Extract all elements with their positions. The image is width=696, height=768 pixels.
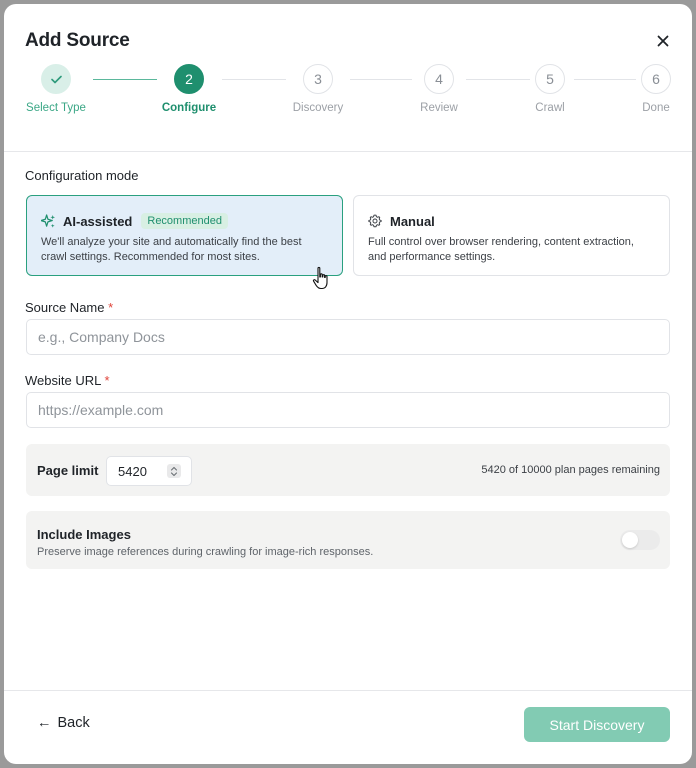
step-circle: 4 [424, 64, 454, 94]
step-label: Crawl [535, 102, 565, 114]
step-label: Configure [161, 102, 217, 114]
step-circle: 2 [174, 64, 204, 94]
step-select-type: Select Type [11, 64, 101, 114]
page-limit-value: 5420 [118, 463, 147, 479]
step-circle: 3 [303, 64, 333, 94]
progress-stepper: Select Type 2 Configure 3 Discovery 4 Re… [4, 64, 692, 124]
page-limit-label: Page limit [37, 463, 99, 478]
include-images-panel: Include Images Preserve image references… [26, 511, 670, 569]
arrow-left-icon: ← [37, 715, 52, 731]
page-limit-input[interactable]: 5420 [106, 456, 192, 486]
mode-card-manual[interactable]: Manual Full control over browser renderi… [353, 195, 670, 276]
close-icon [657, 35, 669, 47]
config-mode-label: Configuration mode [25, 168, 139, 183]
website-url-label-text: Website URL [25, 373, 101, 388]
step-configure: 2 Configure [144, 64, 234, 114]
include-images-description: Preserve image references during crawlin… [37, 546, 374, 558]
back-button-label: Back [57, 715, 90, 731]
toggle-knob [622, 532, 638, 548]
hand-pointer-cursor-icon [312, 266, 328, 290]
mode-description: Full control over browser rendering, con… [368, 236, 634, 263]
source-name-label: Source Name * [25, 300, 113, 315]
step-discovery: 3 Discovery [273, 64, 363, 114]
include-images-toggle[interactable] [620, 530, 660, 550]
step-review: 4 Review [394, 64, 484, 114]
required-marker: * [104, 373, 110, 388]
dialog-title: Add Source [25, 30, 130, 51]
back-button[interactable]: ← Back [37, 715, 90, 731]
mode-title: Manual [390, 213, 435, 229]
header-divider [4, 151, 692, 152]
stepper-arrows-icon[interactable] [167, 464, 181, 478]
add-source-dialog: Add Source Select Type 2 Configure 3 Dis… [4, 4, 692, 764]
step-circle [41, 64, 71, 94]
pages-remaining-text: 5420 of 10000 plan pages remaining [481, 464, 660, 476]
check-icon [50, 75, 62, 83]
step-label: Discovery [292, 102, 344, 114]
step-circle: 6 [641, 64, 671, 94]
page-limit-panel: Page limit 5420 5420 of 10000 plan pages… [26, 444, 670, 496]
start-discovery-button[interactable]: Start Discovery [524, 707, 670, 742]
gear-icon [368, 214, 383, 229]
include-images-title: Include Images [37, 527, 131, 542]
sparkles-icon [41, 213, 56, 229]
step-circle: 5 [535, 64, 565, 94]
step-label: Done [642, 102, 670, 114]
mode-title: AI-assisted [63, 213, 133, 229]
website-url-label: Website URL * [25, 373, 110, 388]
website-url-input[interactable] [26, 392, 670, 428]
close-button[interactable] [652, 30, 674, 52]
required-marker: * [108, 300, 114, 315]
step-label: Select Type [26, 102, 86, 114]
recommended-badge: Recommended [141, 213, 228, 229]
mode-description: We'll analyze your site and automaticall… [41, 236, 302, 263]
step-label: Review [420, 102, 458, 114]
step-done: 6 Done [611, 64, 692, 114]
step-crawl: 5 Crawl [505, 64, 595, 114]
source-name-label-text: Source Name [25, 300, 105, 315]
mode-card-ai-assisted[interactable]: AI-assisted Recommended We'll analyze yo… [26, 195, 343, 276]
footer-divider [4, 690, 692, 691]
source-name-input[interactable] [26, 319, 670, 355]
